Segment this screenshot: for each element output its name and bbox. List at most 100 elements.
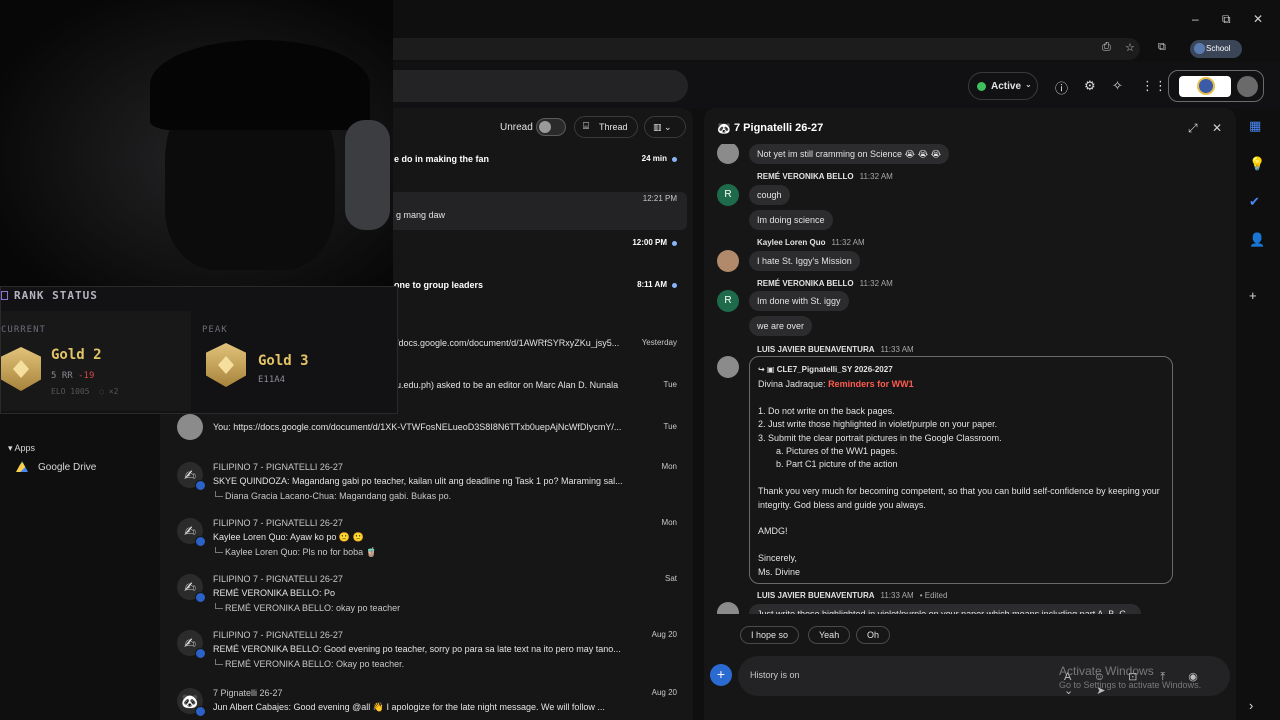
hand-avatar-icon (177, 414, 203, 440)
timestamp: Mon (661, 518, 677, 527)
rank-status-panel: RANK STATUS CURRENT Gold 2 5 RR -19 ELO … (0, 286, 398, 414)
conversation-reply-preview: REMÉ VERONIKA BELLO: Okay po teacher. (213, 659, 643, 669)
thread-icon: ⌸ (583, 121, 589, 132)
view-icon: ▥ ⌄ (653, 122, 672, 132)
gemini-icon[interactable]: ✧ (1112, 78, 1123, 94)
message-list: Not yet im still cramming on Science 😭 😭… (704, 144, 1236, 614)
activate-windows-title: Activate Windows (1059, 664, 1154, 678)
message-bubble: Im doing science (749, 210, 833, 230)
thread-filter-button[interactable]: ⌸ Thread (574, 116, 638, 138)
conversation-preview: SKYE QUINDOZA: Magandang gabi po teacher… (213, 476, 623, 486)
conversation-name: 7 Pignatelli 26-27 (213, 688, 283, 698)
list-item[interactable]: FILIPINO 7 - PIGNATELLI 26-27 Kaylee Lore… (160, 516, 693, 572)
cast-icon[interactable]: ⎙ (1102, 41, 1111, 54)
timestamp: 24 min (641, 154, 667, 163)
timestamp: Tue (663, 380, 678, 389)
avatar (717, 602, 739, 614)
conversation-preview: REMÉ VERONIKA BELLO: Po (213, 588, 336, 598)
message-bubble: Just write those highlighted in violet/p… (749, 604, 1142, 614)
list-item[interactable]: g mang daw 12:21 PM (380, 192, 687, 230)
view-options-button[interactable]: ▥ ⌄ (644, 116, 686, 138)
avatar: R (717, 184, 739, 206)
add-attachment-button[interactable]: + (710, 664, 732, 686)
sidebar-item-label: Google Drive (38, 462, 97, 473)
peak-rank-name: Gold 3 (258, 353, 309, 369)
sidebar-item-google-drive[interactable]: Google Drive (16, 461, 96, 473)
rr-value: 5 RR -19 (51, 371, 95, 381)
unread-dot (672, 241, 677, 246)
account-switcher[interactable] (1168, 70, 1264, 102)
smart-reply-button[interactable]: I hope so (740, 626, 800, 644)
timestamp: Aug 20 (651, 630, 677, 639)
conversation-reply-preview: Kaylee Loren Quo: Pls no for boba 🧋 (213, 547, 643, 558)
smart-reply-button[interactable]: Yeah (808, 626, 851, 644)
google-drive-icon (16, 461, 28, 472)
list-item[interactable]: FILIPINO 7 - PIGNATELLI 26-27 SKYE QUINDO… (160, 460, 693, 516)
status-dot (977, 82, 986, 91)
message-bubble: Im done with St. iggy (749, 291, 849, 311)
chat-title[interactable]: 7 Pignatelli 26-27 (734, 122, 823, 134)
timestamp: Aug 20 (651, 688, 677, 697)
current-rank: CURRENT Gold 2 5 RR -19 ELO 1005 ◌ ×2 (1, 311, 191, 411)
contacts-icon[interactable]: 👤 (1249, 232, 1265, 248)
unread-dot (672, 157, 677, 162)
list-item[interactable]: 7 Pignatelli 26-27 Jun Albert Cabajes: Go… (160, 686, 693, 720)
apps-label: Apps (14, 443, 36, 453)
message-sender: LUIS JAVIER BUENAVENTURA 11:33 AM (757, 345, 914, 354)
message-bubble: Not yet im still cramming on Science 😭 😭… (749, 144, 950, 164)
group-avatar-icon: 🐼 (717, 123, 731, 135)
activate-windows-subtitle: Go to Settings to activate Windows. (1059, 680, 1202, 690)
avatar (717, 250, 739, 272)
unread-toggle[interactable] (536, 118, 566, 136)
conversation-preview: REMÉ VERONIKA BELLO: Good evening po tea… (213, 644, 621, 654)
calendar-icon[interactable]: ▦ (1249, 118, 1261, 134)
bookmark-star-icon[interactable]: ☆ (1125, 41, 1135, 54)
profile-button[interactable]: School (1190, 40, 1242, 58)
expand-rail-icon[interactable]: › (1249, 698, 1253, 713)
list-item[interactable]: FILIPINO 7 - PIGNATELLI 26-27 REMÉ VERONI… (160, 628, 693, 684)
extensions-icon[interactable]: ⧉ (1158, 41, 1166, 54)
apps-grid-icon[interactable]: ⋮⋮ (1141, 78, 1167, 94)
forwarded-message-card: ↪ ▣ CLE7_Pignatelli_SY 2026-2027 Divina … (749, 356, 1173, 584)
minimize-icon[interactable]: – (1192, 12, 1199, 26)
thread-filter-label: Thread (599, 122, 628, 132)
headset (345, 120, 390, 230)
message-placeholder: History is on (750, 670, 800, 680)
timestamp: 8:11 AM (637, 280, 667, 289)
keep-icon[interactable]: 💡 (1249, 156, 1265, 172)
list-item[interactable]: FILIPINO 7 - PIGNATELLI 26-27 REMÉ VERONI… (160, 572, 693, 628)
tasks-icon[interactable]: ✔ (1249, 194, 1260, 210)
conversation-name: FILIPINO 7 - PIGNATELLI 26-27 (213, 462, 343, 472)
panda-avatar-icon: 🐼 (177, 688, 206, 717)
help-icon[interactable]: ⓘ (1055, 78, 1068, 97)
conversation-reply-preview: REMÉ VERONIKA BELLO: okay po teacher (213, 603, 643, 613)
timestamp: Mon (661, 462, 677, 471)
peak-episode: E11A4 (258, 375, 286, 385)
avatar: R (717, 290, 739, 312)
close-window-icon[interactable]: ✕ (1253, 12, 1263, 26)
webcam-overlay (0, 0, 393, 286)
screen: – ⧉ ✕ ⎙ ☆ ⧉ School Active ⌄ ⓘ ⚙ ✧ ⋮⋮ ▾ A… (0, 0, 1280, 720)
conversation-preview: Jun Albert Cabajes: Good evening @all 👋 … (213, 702, 605, 712)
current-label: CURRENT (1, 325, 46, 335)
forward-source[interactable]: ↪ ▣ CLE7_Pignatelli_SY 2026-2027 (758, 365, 1164, 374)
gold-badge-icon (1, 347, 41, 391)
expand-icon[interactable]: ⤢ (1188, 121, 1198, 136)
conversation-name: FILIPINO 7 - PIGNATELLI 26-27 (213, 630, 343, 640)
conversation-preview: Kaylee Loren Quo: Ayaw ko po 🙁 🙁 (213, 532, 364, 542)
hand-avatar-icon: ✍ (177, 574, 206, 603)
close-icon[interactable]: ✕ (1212, 121, 1222, 135)
add-app-icon[interactable]: + (1249, 288, 1257, 303)
profile-avatar (1194, 43, 1205, 54)
settings-icon[interactable]: ⚙ (1084, 78, 1096, 94)
message-sender: LUIS JAVIER BUENAVENTURA 11:33 AM • Edited (757, 591, 948, 600)
unread-filter-label: Unread (500, 122, 533, 133)
restore-icon[interactable]: ⧉ (1222, 12, 1231, 27)
smart-reply-button[interactable]: Oh (856, 626, 891, 644)
timestamp: Yesterday (641, 338, 677, 347)
message-input[interactable]: History is on A ☺ ⊡ ⤒ ◉ ⌄ ➤ (738, 656, 1230, 697)
side-apps-rail: ▦ 💡 ✔ 👤 + › (1240, 108, 1280, 720)
url-field[interactable] (340, 38, 1140, 60)
apps-section-header[interactable]: ▾ Apps (8, 443, 35, 454)
status-button[interactable]: Active ⌄ (968, 72, 1038, 100)
